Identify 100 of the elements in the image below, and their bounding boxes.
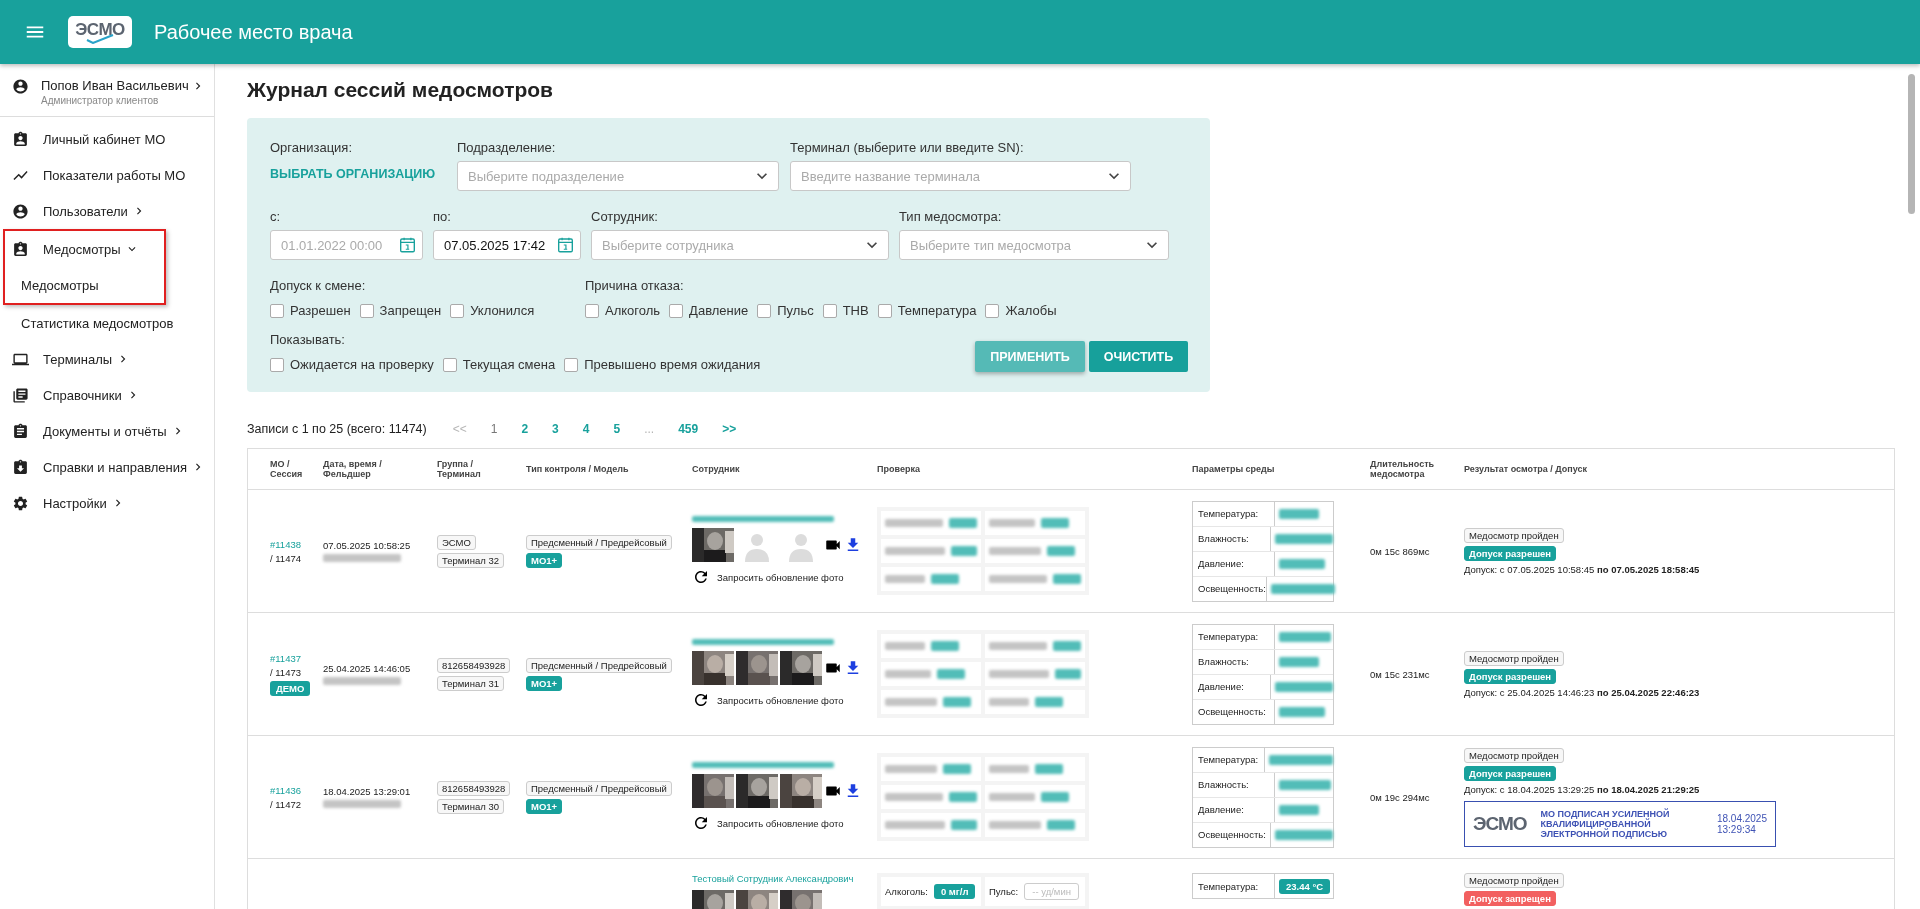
redacted-text	[1275, 533, 1333, 544]
admission-tag: Допуск разрешен	[1464, 545, 1557, 561]
checkbox[interactable]: Пульс	[757, 303, 814, 318]
nav-item[interactable]: Документы и отчёты	[0, 413, 214, 449]
select-field[interactable]: Выберите подразделение	[457, 161, 779, 191]
column-header: Группа / Терминал	[437, 459, 482, 479]
refresh-icon	[692, 568, 710, 586]
redacted-text	[1269, 754, 1333, 765]
refresh-photo-link[interactable]: Запросить обновление фото	[692, 568, 844, 586]
result-tag: Медосмотр пройден	[1464, 650, 1564, 666]
checkbox[interactable]: Жалобы	[985, 303, 1057, 318]
redacted-text	[1275, 829, 1333, 840]
env-label: Влажность:	[1193, 649, 1275, 674]
check-value: -- уд/мин	[1024, 883, 1079, 900]
env-label: Давление:	[1193, 797, 1275, 822]
user-icon	[12, 78, 29, 95]
redacted-text	[885, 821, 945, 829]
check-label: Пульс:	[989, 886, 1019, 897]
duration: 0м 15с 869мс	[1370, 545, 1430, 557]
env-label: Давление:	[1193, 551, 1275, 576]
field-label: Подразделение:	[457, 140, 557, 155]
app-title: Рабочее место врача	[154, 20, 353, 44]
env-label: Освещенность:	[1193, 822, 1271, 847]
select-field[interactable]: Введите название терминала	[790, 161, 1131, 191]
refresh-photo-link[interactable]: Запросить обновление фото	[692, 691, 844, 709]
redacted-text	[1041, 792, 1069, 802]
check-value: 0 мг/л	[933, 884, 976, 899]
column-header: Проверка	[877, 464, 921, 474]
redacted-text	[1047, 546, 1075, 556]
env-label: Температура:	[1193, 501, 1275, 526]
env-label: Освещенность:	[1193, 576, 1267, 601]
nav-item[interactable]: Справочники	[0, 377, 214, 413]
demo-badge: ДЕМО	[270, 680, 311, 696]
date-field[interactable]: 01.01.2022 00:00	[270, 230, 423, 260]
checkbox[interactable]: Запрещен	[359, 303, 442, 318]
signature-date: 18.04.2025	[1716, 812, 1767, 824]
select-field[interactable]: Выберите тип медосмотра	[899, 230, 1169, 260]
user-name-link[interactable]: Попов Иван Васильевич	[41, 78, 205, 93]
nav-item[interactable]: Личный кабинет МО	[0, 121, 214, 157]
nav-item[interactable]: Пользователи	[0, 193, 214, 229]
calendar-icon	[399, 236, 416, 254]
page-title: Журнал сессий медосмотров	[247, 78, 555, 102]
terminal-tag: Терминал 32	[437, 552, 504, 568]
redacted-text	[885, 670, 931, 678]
checkbox[interactable]: Разрешен	[270, 303, 351, 318]
select-field[interactable]: Выберите сотрудника	[591, 230, 889, 260]
result-tag: Медосмотр пройден	[1464, 873, 1564, 888]
redacted-text	[1279, 656, 1319, 667]
env-label: Влажность:	[1193, 526, 1271, 551]
redacted-text	[885, 698, 937, 706]
group-label: Допуск к смене:	[270, 278, 367, 293]
date-field[interactable]: 07.05.2025 17:42	[433, 230, 581, 260]
checkbox[interactable]: Давление	[669, 303, 749, 318]
redacted-text	[989, 575, 1047, 583]
session-number: / 11472	[270, 798, 301, 810]
redacted-text	[1041, 518, 1069, 528]
redacted-text	[989, 698, 1029, 706]
checkbox[interactable]: Уклонился	[450, 303, 535, 318]
session-number: / 11473	[270, 666, 301, 678]
env-value: 23.44 °C	[1279, 878, 1331, 894]
nav-item[interactable]: Справки и направления	[0, 449, 214, 485]
nav-subitem[interactable]: Статистика медосмотров	[0, 305, 214, 341]
env-label: Температура:	[1193, 747, 1265, 772]
nav-item[interactable]: Терминалы	[0, 341, 214, 377]
scrollbar-thumb[interactable]	[1908, 74, 1915, 214]
checkbox[interactable]: Превышено время ожидания	[564, 357, 761, 372]
redacted-text	[1279, 631, 1331, 642]
logo[interactable]: ЭСМО	[68, 16, 132, 48]
nav-item[interactable]: Показатели работы МО	[0, 157, 214, 193]
checkbox[interactable]: Алкоголь	[585, 303, 661, 318]
admission-tag: Допуск разрешен	[1464, 765, 1557, 781]
field-label: с:	[270, 209, 282, 224]
field-label: Сотрудник:	[591, 209, 659, 224]
field-label: Тип медосмотра:	[899, 209, 1003, 224]
redacted-text	[989, 642, 1047, 650]
redacted-text	[885, 547, 945, 555]
admission-period: Допуск: с 25.04.2025 14:46:23 по 25.04.2025 22:46:23	[1464, 686, 1700, 698]
checkbox[interactable]: Текущая смена	[442, 357, 556, 372]
nav-subitem[interactable]: Медосмотры	[5, 267, 164, 303]
refresh-photo-link[interactable]: Запросить обновление фото	[692, 814, 844, 832]
model-tag: МО1+	[526, 798, 563, 814]
redacted-text	[950, 546, 977, 556]
checkbox[interactable]: ТНВ	[822, 303, 869, 318]
books-icon	[12, 386, 29, 404]
signature-text: МО ПОДПИСАН УСИЛЕННОЙ КВАЛИФИЦИРОВАННОЙ ЭЛЕКТРОННОЙ ПОДПИСЬЮ	[1540, 808, 1671, 839]
redacted-text	[989, 547, 1041, 555]
env-label: Давление:	[1193, 674, 1271, 699]
duration: 0м 19с 294мс	[1370, 791, 1430, 803]
model-tag: МО1+	[526, 675, 563, 691]
session-number: / 11474	[270, 552, 301, 564]
redacted-text	[989, 765, 1029, 773]
nav-item[interactable]: Настройки	[0, 485, 214, 521]
user-role: Администратор клиентов	[41, 95, 160, 106]
settings-icon	[12, 494, 29, 512]
checkbox[interactable]: Температура	[877, 303, 977, 318]
page-link[interactable]: 1	[478, 422, 510, 436]
checkbox[interactable]: Ожидается на проверку	[270, 357, 434, 372]
admission-tag: Допуск запрещен	[1464, 891, 1556, 906]
field-label: Организация:	[270, 140, 354, 155]
nav-item[interactable]: Медосмотры	[5, 231, 164, 267]
